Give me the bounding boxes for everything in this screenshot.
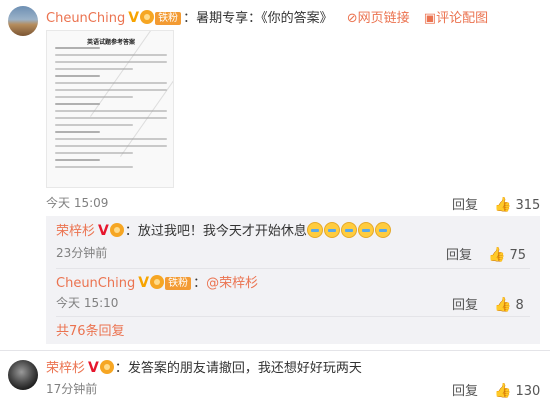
sub-replies: 荣梓杉 V ：放过我吧！我今天才开始休息 23分钟前 回复 👍 75 CheunChin… (46, 216, 540, 344)
like-count: 315 (515, 198, 541, 213)
vip-icon (150, 275, 165, 289)
username[interactable]: CheunChing (56, 276, 135, 291)
timestamp: 17分钟前 (46, 382, 98, 396)
crying-emoji-icon (357, 222, 374, 238)
verified-v-icon: V (138, 275, 150, 291)
reply-actions: 回复 👍 75 (446, 244, 526, 263)
reply-header: CheunChing V 铁粉 ：@荣梓杉 (56, 274, 258, 293)
username[interactable]: CheunChing (46, 11, 125, 26)
timestamp: 今天 15:09 (46, 196, 109, 210)
fan-badge[interactable]: 铁粉 (155, 12, 182, 25)
reply-text: ：放过我吧！我今天才开始休息 (124, 224, 307, 239)
more-replies-link[interactable]: 共76条回复 (56, 323, 125, 341)
fan-badge[interactable]: 铁粉 (165, 277, 192, 290)
comment-image[interactable]: 英语试题参考答案 (46, 30, 174, 188)
like-icon[interactable]: 👍 (494, 383, 511, 399)
image-title: 英语试题参考答案 (86, 39, 135, 46)
like-icon[interactable]: 👍 (494, 297, 511, 313)
crying-emoji-icon (323, 222, 340, 238)
web-link[interactable]: 网页链接 (358, 11, 410, 26)
username[interactable]: 荣梓杉 (56, 224, 95, 239)
vip-icon (109, 223, 124, 237)
comment-header: CheunChing V 铁粉 ：暑期专享：《你的答案》 ⊘网页链接 ▣评论配图 (46, 9, 488, 28)
comment-header: 荣梓杉 V ：发答案的朋友请撤回，我还想好好玩两天 (46, 359, 362, 378)
crying-emoji-icon (374, 222, 391, 238)
username[interactable]: 荣梓杉 (46, 361, 85, 376)
comment-image-link[interactable]: 评论配图 (436, 11, 488, 26)
comment-rongzishan: 荣梓杉 V ：发答案的朋友请撤回，我还想好好玩两天 17分钟前 回复 👍 130 (0, 352, 550, 404)
divider (56, 316, 530, 317)
comment-text: ：暑期专享：《你的答案》 (183, 11, 333, 26)
verified-v-icon: V (98, 223, 109, 239)
comment-text: ：发答案的朋友请撤回，我还想好好玩两天 (114, 361, 362, 376)
timestamp: 今天 15:10 (56, 296, 119, 310)
mention-link[interactable]: @荣梓杉 (206, 276, 258, 291)
timestamp: 23分钟前 (56, 246, 108, 260)
crying-emoji-icon (306, 222, 323, 238)
like-icon[interactable]: 👍 (488, 247, 505, 263)
reply-button[interactable]: 回复 (452, 298, 478, 313)
verified-v-icon: V (128, 10, 140, 26)
divider (0, 350, 550, 351)
verified-v-icon: V (88, 360, 99, 376)
vip-icon (140, 10, 155, 24)
link-icon: ⊘ (346, 11, 358, 26)
like-icon[interactable]: 👍 (494, 197, 511, 213)
crying-emoji-icon (340, 222, 357, 238)
reply-actions: 回复 👍 8 (452, 294, 524, 313)
avatar[interactable] (8, 6, 38, 36)
reply-text: ： (193, 276, 207, 291)
reply-button[interactable]: 回复 (452, 384, 478, 399)
image-text-lines (55, 47, 167, 173)
divider (56, 268, 530, 269)
like-count: 75 (509, 248, 526, 263)
comment-actions: 回复 👍 315 (452, 194, 540, 213)
comment-cheunching: CheunChing V 铁粉 ：暑期专享：《你的答案》 ⊘网页链接 ▣评论配图 英语… (0, 0, 550, 213)
image-icon: ▣ (423, 11, 437, 26)
reply-button[interactable]: 回复 (446, 248, 472, 263)
like-count: 130 (515, 384, 541, 399)
like-count: 8 (515, 298, 524, 313)
avatar[interactable] (8, 360, 38, 390)
vip-icon (99, 360, 114, 374)
reply-button[interactable]: 回复 (452, 198, 478, 213)
reply-header: 荣梓杉 V ：放过我吧！我今天才开始休息 (56, 222, 392, 241)
comment-actions: 回复 👍 130 (452, 380, 540, 399)
